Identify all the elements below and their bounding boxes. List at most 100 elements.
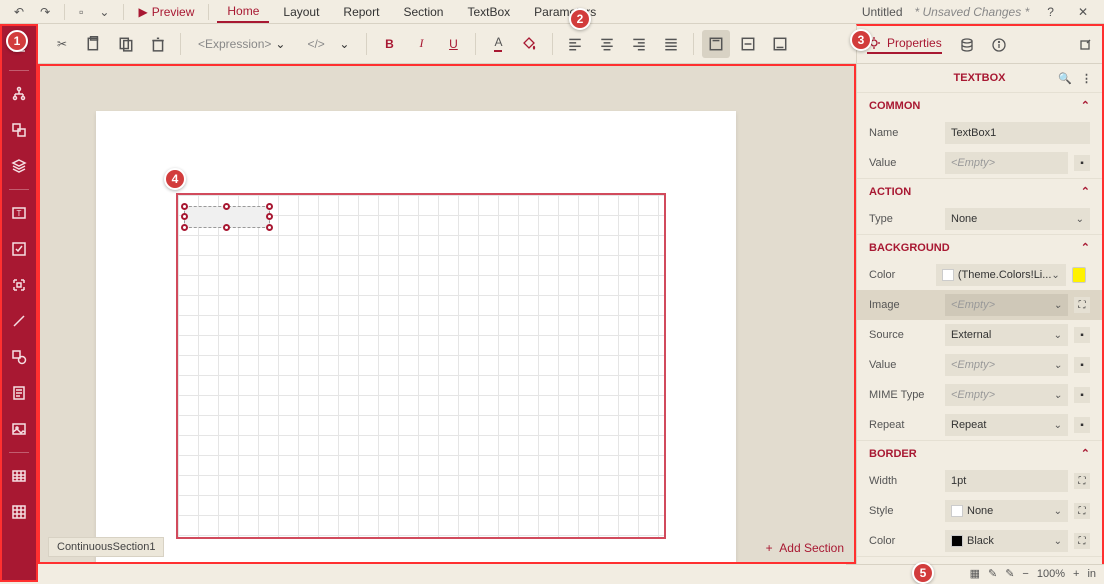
pin-panel-button[interactable] xyxy=(1078,38,1092,52)
resize-handle[interactable] xyxy=(181,203,188,210)
field-mime[interactable]: <Empty>⌄ xyxy=(945,384,1068,406)
panel-header: TEXTBOX 🔍 ⋮ xyxy=(857,64,1102,93)
field-name[interactable]: TextBox1 xyxy=(945,122,1090,144)
paste-button[interactable] xyxy=(112,30,140,58)
save-button[interactable]: ▫ xyxy=(73,2,89,22)
line-tool-icon[interactable] xyxy=(2,304,36,338)
bgcolor-fx[interactable] xyxy=(1072,267,1086,283)
bstyle-expand[interactable]: ⛶ xyxy=(1074,503,1090,519)
richtext-tool-icon[interactable] xyxy=(2,376,36,410)
valign-middle-button[interactable] xyxy=(734,30,762,58)
properties-tab[interactable]: Properties xyxy=(867,36,942,54)
font-color-button[interactable]: A xyxy=(484,30,512,58)
tab-report[interactable]: Report xyxy=(333,2,389,22)
help-button[interactable]: ? xyxy=(1041,2,1060,22)
zoom-in-button[interactable]: + xyxy=(1073,568,1079,580)
section-background-header[interactable]: BACKGROUND⌃ xyxy=(857,235,1102,260)
resize-handle[interactable] xyxy=(223,224,230,231)
resize-handle[interactable] xyxy=(181,213,188,220)
snap-toggle-icon[interactable]: ✎ xyxy=(988,567,997,580)
report-page[interactable] xyxy=(96,111,736,564)
container-tool-icon[interactable] xyxy=(2,268,36,302)
more-icon[interactable]: ⋮ xyxy=(1081,72,1092,85)
delete-button[interactable] xyxy=(144,30,172,58)
zoom-out-button[interactable]: − xyxy=(1022,568,1028,580)
field-source[interactable]: External⌄ xyxy=(945,324,1068,346)
align-right-button[interactable] xyxy=(625,30,653,58)
preview-button[interactable]: ▶ Preview xyxy=(132,2,200,22)
field-repeat[interactable]: Repeat⌄ xyxy=(945,414,1068,436)
section-tab[interactable]: ContinuousSection1 xyxy=(48,537,164,557)
field-value[interactable]: <Empty> xyxy=(945,152,1068,174)
resize-handle[interactable] xyxy=(266,203,273,210)
copy-button[interactable] xyxy=(80,30,108,58)
bgvalue-fx[interactable]: ▪ xyxy=(1074,357,1090,373)
valign-bottom-button[interactable] xyxy=(766,30,794,58)
selected-textbox[interactable] xyxy=(184,206,270,228)
redo-button[interactable]: ↷ xyxy=(34,2,56,22)
label-source: Source xyxy=(869,329,939,341)
tag-dropdown[interactable]: </>⌄ xyxy=(298,32,358,56)
align-center-button[interactable] xyxy=(593,30,621,58)
add-section-button[interactable]: + Add Section xyxy=(766,541,844,555)
cut-button[interactable]: ✂ xyxy=(48,30,76,58)
label-bgimage: Image xyxy=(869,299,939,311)
fill-color-button[interactable] xyxy=(516,30,544,58)
ruler-toggle-icon[interactable]: ✎ xyxy=(1005,567,1014,580)
table-tool-icon[interactable] xyxy=(2,459,36,493)
align-left-button[interactable] xyxy=(561,30,589,58)
text-tool-icon[interactable]: T xyxy=(2,196,36,230)
tab-layout[interactable]: Layout xyxy=(273,2,329,22)
italic-button[interactable]: I xyxy=(407,30,435,58)
bcolor-expand[interactable]: ⛶ xyxy=(1074,533,1090,549)
resize-handle[interactable] xyxy=(266,213,273,220)
resize-handle[interactable] xyxy=(223,203,230,210)
search-icon[interactable]: 🔍 xyxy=(1058,72,1072,85)
underline-button[interactable]: U xyxy=(439,30,467,58)
repeat-fx[interactable]: ▪ xyxy=(1074,417,1090,433)
bgimage-expand[interactable]: ⛶ xyxy=(1074,297,1090,313)
section-common-header[interactable]: COMMON⌃ xyxy=(857,93,1102,118)
section-action-header[interactable]: ACTION⌃ xyxy=(857,179,1102,204)
resize-handle[interactable] xyxy=(181,224,188,231)
mime-fx[interactable]: ▪ xyxy=(1074,387,1090,403)
field-bwidth[interactable]: 1pt xyxy=(945,470,1068,492)
tab-section[interactable]: Section xyxy=(393,2,453,22)
group-icon[interactable] xyxy=(2,113,36,147)
field-type[interactable]: None⌄ xyxy=(945,208,1090,230)
unit-label[interactable]: in xyxy=(1087,568,1096,580)
align-justify-button[interactable] xyxy=(657,30,685,58)
matrix-tool-icon[interactable] xyxy=(2,495,36,529)
field-bstyle[interactable]: None⌄ xyxy=(945,500,1068,522)
data-tab[interactable] xyxy=(960,38,974,52)
bold-button[interactable]: B xyxy=(375,30,403,58)
menubar: ↶ ↷ ▫ ⌄ ▶ Preview Home Layout Report Sec… xyxy=(0,0,1104,24)
valign-top-button[interactable] xyxy=(702,30,730,58)
hierarchy-icon[interactable] xyxy=(2,77,36,111)
checkbox-tool-icon[interactable] xyxy=(2,232,36,266)
layers-icon[interactable] xyxy=(2,149,36,183)
resize-handle[interactable] xyxy=(266,224,273,231)
section-border-header[interactable]: BORDER⌃ xyxy=(857,441,1102,466)
tab-parameters[interactable]: Parameters xyxy=(524,2,606,22)
source-fx[interactable]: ▪ xyxy=(1074,327,1090,343)
tab-home[interactable]: Home xyxy=(217,1,269,23)
callout-1: 1 xyxy=(6,30,28,52)
bwidth-expand[interactable]: ⛶ xyxy=(1074,473,1090,489)
shape-tool-icon[interactable] xyxy=(2,340,36,374)
info-tab[interactable] xyxy=(992,38,1006,52)
label-name: Name xyxy=(869,127,939,139)
field-bgvalue[interactable]: <Empty>⌄ xyxy=(945,354,1068,376)
field-bgcolor[interactable]: (Theme.Colors!Li...⌄ xyxy=(936,264,1066,286)
close-button[interactable]: ✕ xyxy=(1072,2,1094,22)
undo-button[interactable]: ↶ xyxy=(8,2,30,22)
field-bcolor[interactable]: Black⌄ xyxy=(945,530,1068,552)
value-fx-button[interactable]: ▪ xyxy=(1074,155,1090,171)
tab-textbox[interactable]: TextBox xyxy=(457,2,520,22)
grid-toggle-icon[interactable]: ▦ xyxy=(970,567,980,580)
image-tool-icon[interactable] xyxy=(2,412,36,446)
expression-dropdown[interactable]: <Expression>⌄ xyxy=(189,32,294,56)
section-body[interactable] xyxy=(176,193,666,539)
save-dropdown[interactable]: ⌄ xyxy=(93,2,115,22)
field-bgimage[interactable]: <Empty>⌄ xyxy=(945,294,1068,316)
